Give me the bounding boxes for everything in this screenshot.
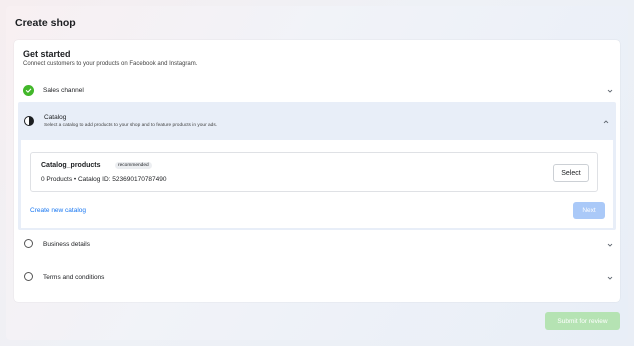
step-business-details[interactable]: Business details — [14, 234, 620, 256]
create-shop-page: Create shop Get started Connect customer… — [6, 6, 628, 340]
half-circle-icon — [24, 116, 34, 126]
empty-circle-icon — [24, 272, 33, 281]
check-circle-icon — [23, 85, 34, 96]
create-new-catalog-link[interactable]: Create new catalog — [30, 207, 86, 214]
step-label: Business details — [43, 241, 90, 248]
select-catalog-button[interactable]: Select — [553, 164, 589, 182]
get-started-subtitle: Connect customers to your products on Fa… — [23, 61, 198, 67]
step-sales-channel[interactable]: Sales channel — [14, 80, 620, 102]
step-label: Catalog — [44, 114, 67, 121]
page-title: Create shop — [15, 17, 76, 29]
chevron-up-icon[interactable] — [602, 118, 610, 126]
catalog-body: Catalog_products recommended 0 Products … — [21, 140, 613, 228]
step-label: Terms and conditions — [43, 274, 105, 281]
chevron-down-icon[interactable] — [606, 241, 614, 249]
recommended-badge: recommended — [115, 162, 152, 169]
catalog-name: Catalog_products — [41, 162, 101, 169]
chevron-down-icon[interactable] — [606, 274, 614, 282]
next-button[interactable]: Next — [573, 202, 605, 219]
step-catalog: Catalog Select a catalog to add products… — [18, 102, 616, 230]
submit-for-review-button[interactable]: Submit for review — [545, 312, 620, 330]
empty-circle-icon — [24, 239, 33, 248]
step-label: Sales channel — [43, 87, 84, 94]
setup-card: Get started Connect customers to your pr… — [14, 40, 620, 302]
step-terms-and-conditions[interactable]: Terms and conditions — [14, 267, 620, 289]
get-started-title: Get started — [23, 49, 71, 59]
step-description: Select a catalog to add products to your… — [44, 123, 218, 128]
chevron-down-icon[interactable] — [606, 87, 614, 95]
catalog-meta: 0 Products • Catalog ID: 523690170787490 — [41, 176, 167, 183]
catalog-option: Catalog_products recommended 0 Products … — [30, 152, 598, 192]
catalog-header[interactable]: Catalog Select a catalog to add products… — [18, 102, 616, 138]
